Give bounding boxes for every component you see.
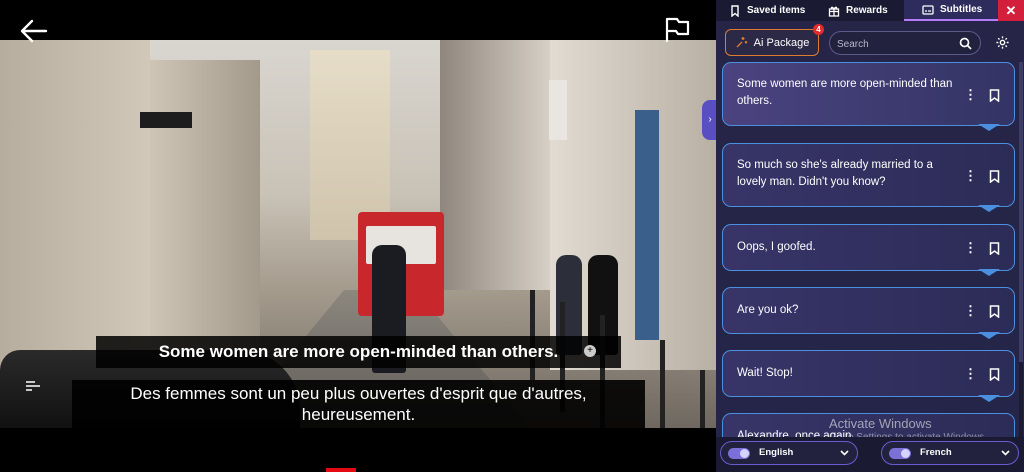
close-button[interactable]: ✕ — [998, 0, 1024, 21]
video-player[interactable]: Some women are more open-minded than oth… — [0, 0, 716, 472]
primary-subtitle-box: Some women are more open-minded than oth… — [96, 336, 621, 368]
gear-icon[interactable] — [995, 35, 1010, 50]
card-notch — [978, 395, 1000, 402]
tab-rewards[interactable]: Rewards — [812, 0, 904, 21]
scrollbar-thumb[interactable] — [1019, 62, 1023, 362]
card-notch — [978, 269, 1000, 276]
bollard — [700, 370, 705, 428]
bollard — [660, 340, 665, 428]
street-sign — [140, 112, 192, 128]
progress-bar[interactable] — [326, 468, 356, 472]
subtitle-line-text: Oops, I goofed. — [737, 241, 816, 253]
building-right-back — [440, 40, 550, 290]
building-left-back — [150, 60, 260, 360]
flag-icon[interactable] — [664, 16, 690, 44]
card-notch — [978, 332, 1000, 339]
notification-badge: 4 — [813, 24, 824, 35]
chevron-down-icon — [1001, 450, 1010, 456]
tab-saved-items[interactable]: Saved items — [716, 0, 812, 21]
ai-package-button[interactable]: Ai Package — [725, 29, 819, 56]
subtitle-line-text: So much so she's already married to a lo… — [737, 159, 933, 188]
subtitle-line-text: Some women are more open-minded than oth… — [737, 78, 953, 107]
subtitle-line-text: Are you ok? — [737, 304, 799, 316]
secondary-subtitle-line: Des femmes sont un peu plus ouvertes d'e… — [130, 384, 587, 403]
card-notch — [978, 124, 1000, 131]
primary-language-select[interactable]: English — [720, 441, 858, 465]
bookmark-icon[interactable] — [989, 170, 1000, 183]
tab-label: Saved items — [747, 5, 806, 16]
gift-icon — [828, 6, 840, 17]
card-notch — [978, 205, 1000, 212]
secondary-subtitle-line: heureusement. — [301, 405, 416, 424]
panel-tabs: Saved items Rewards Subtitles ✕ — [716, 0, 1024, 21]
secondary-language-label: French — [920, 447, 952, 458]
ai-package-label: Ai Package — [753, 36, 810, 49]
subtitle-list[interactable]: Some women are more open-minded than oth… — [722, 62, 1015, 437]
more-options-icon[interactable]: ⋮ — [964, 241, 977, 255]
more-options-icon[interactable]: ⋮ — [964, 88, 977, 102]
search-input[interactable] — [837, 36, 957, 52]
search-icon[interactable] — [959, 37, 972, 50]
list-item[interactable]: Some women are more open-minded than oth… — [722, 62, 1015, 131]
bookmark-icon[interactable] — [989, 368, 1000, 381]
subtitle-toggle-icon[interactable] — [24, 378, 42, 392]
bookmark-icon[interactable] — [989, 242, 1000, 255]
subtitle-line-text: Wait! Stop! — [737, 367, 793, 379]
more-options-icon[interactable]: ⋮ — [964, 367, 977, 381]
more-options-icon[interactable]: ⋮ — [964, 304, 977, 318]
primary-subtitle-text[interactable]: Some women are more open-minded than oth… — [96, 342, 621, 362]
bookmark-icon[interactable] — [989, 89, 1000, 102]
language-bar: English French — [716, 437, 1024, 472]
blue-shutter — [635, 110, 659, 340]
subtitle-panel: Saved items Rewards Subtitles ✕ Ai Packa… — [716, 0, 1024, 472]
subtitles-icon — [922, 4, 934, 15]
back-arrow-icon[interactable] — [20, 18, 48, 44]
windows-activation-watermark: Activate Windows — [829, 416, 932, 431]
secondary-language-select[interactable]: French — [881, 441, 1019, 465]
secondary-subtitle-box: Des femmes sont un peu plus ouvertes d'e… — [72, 380, 645, 428]
tab-label: Rewards — [846, 5, 888, 16]
chevron-down-icon — [840, 450, 849, 456]
sparkle-icon — [736, 37, 747, 48]
primary-language-toggle[interactable] — [728, 448, 750, 459]
tab-label: Subtitles — [940, 4, 983, 15]
secondary-language-toggle[interactable] — [889, 448, 911, 459]
list-item[interactable]: So much so she's already married to a lo… — [722, 143, 1015, 212]
list-item[interactable]: Wait! Stop! ⋮ — [722, 350, 1015, 402]
search-box — [829, 31, 981, 55]
subtitle-add-icon[interactable]: + — [584, 345, 596, 357]
list-item[interactable]: Are you ok? ⋮ — [722, 287, 1015, 339]
list-item[interactable]: Oops, I goofed. ⋮ — [722, 224, 1015, 276]
bookmark-icon[interactable] — [989, 305, 1000, 318]
bookmark-icon — [731, 4, 739, 17]
more-options-icon[interactable]: ⋮ — [964, 169, 977, 183]
tab-subtitles[interactable]: Subtitles — [904, 0, 998, 21]
hotel-sign — [549, 80, 567, 140]
video-frame[interactable] — [0, 40, 716, 428]
primary-language-label: English — [759, 447, 794, 458]
